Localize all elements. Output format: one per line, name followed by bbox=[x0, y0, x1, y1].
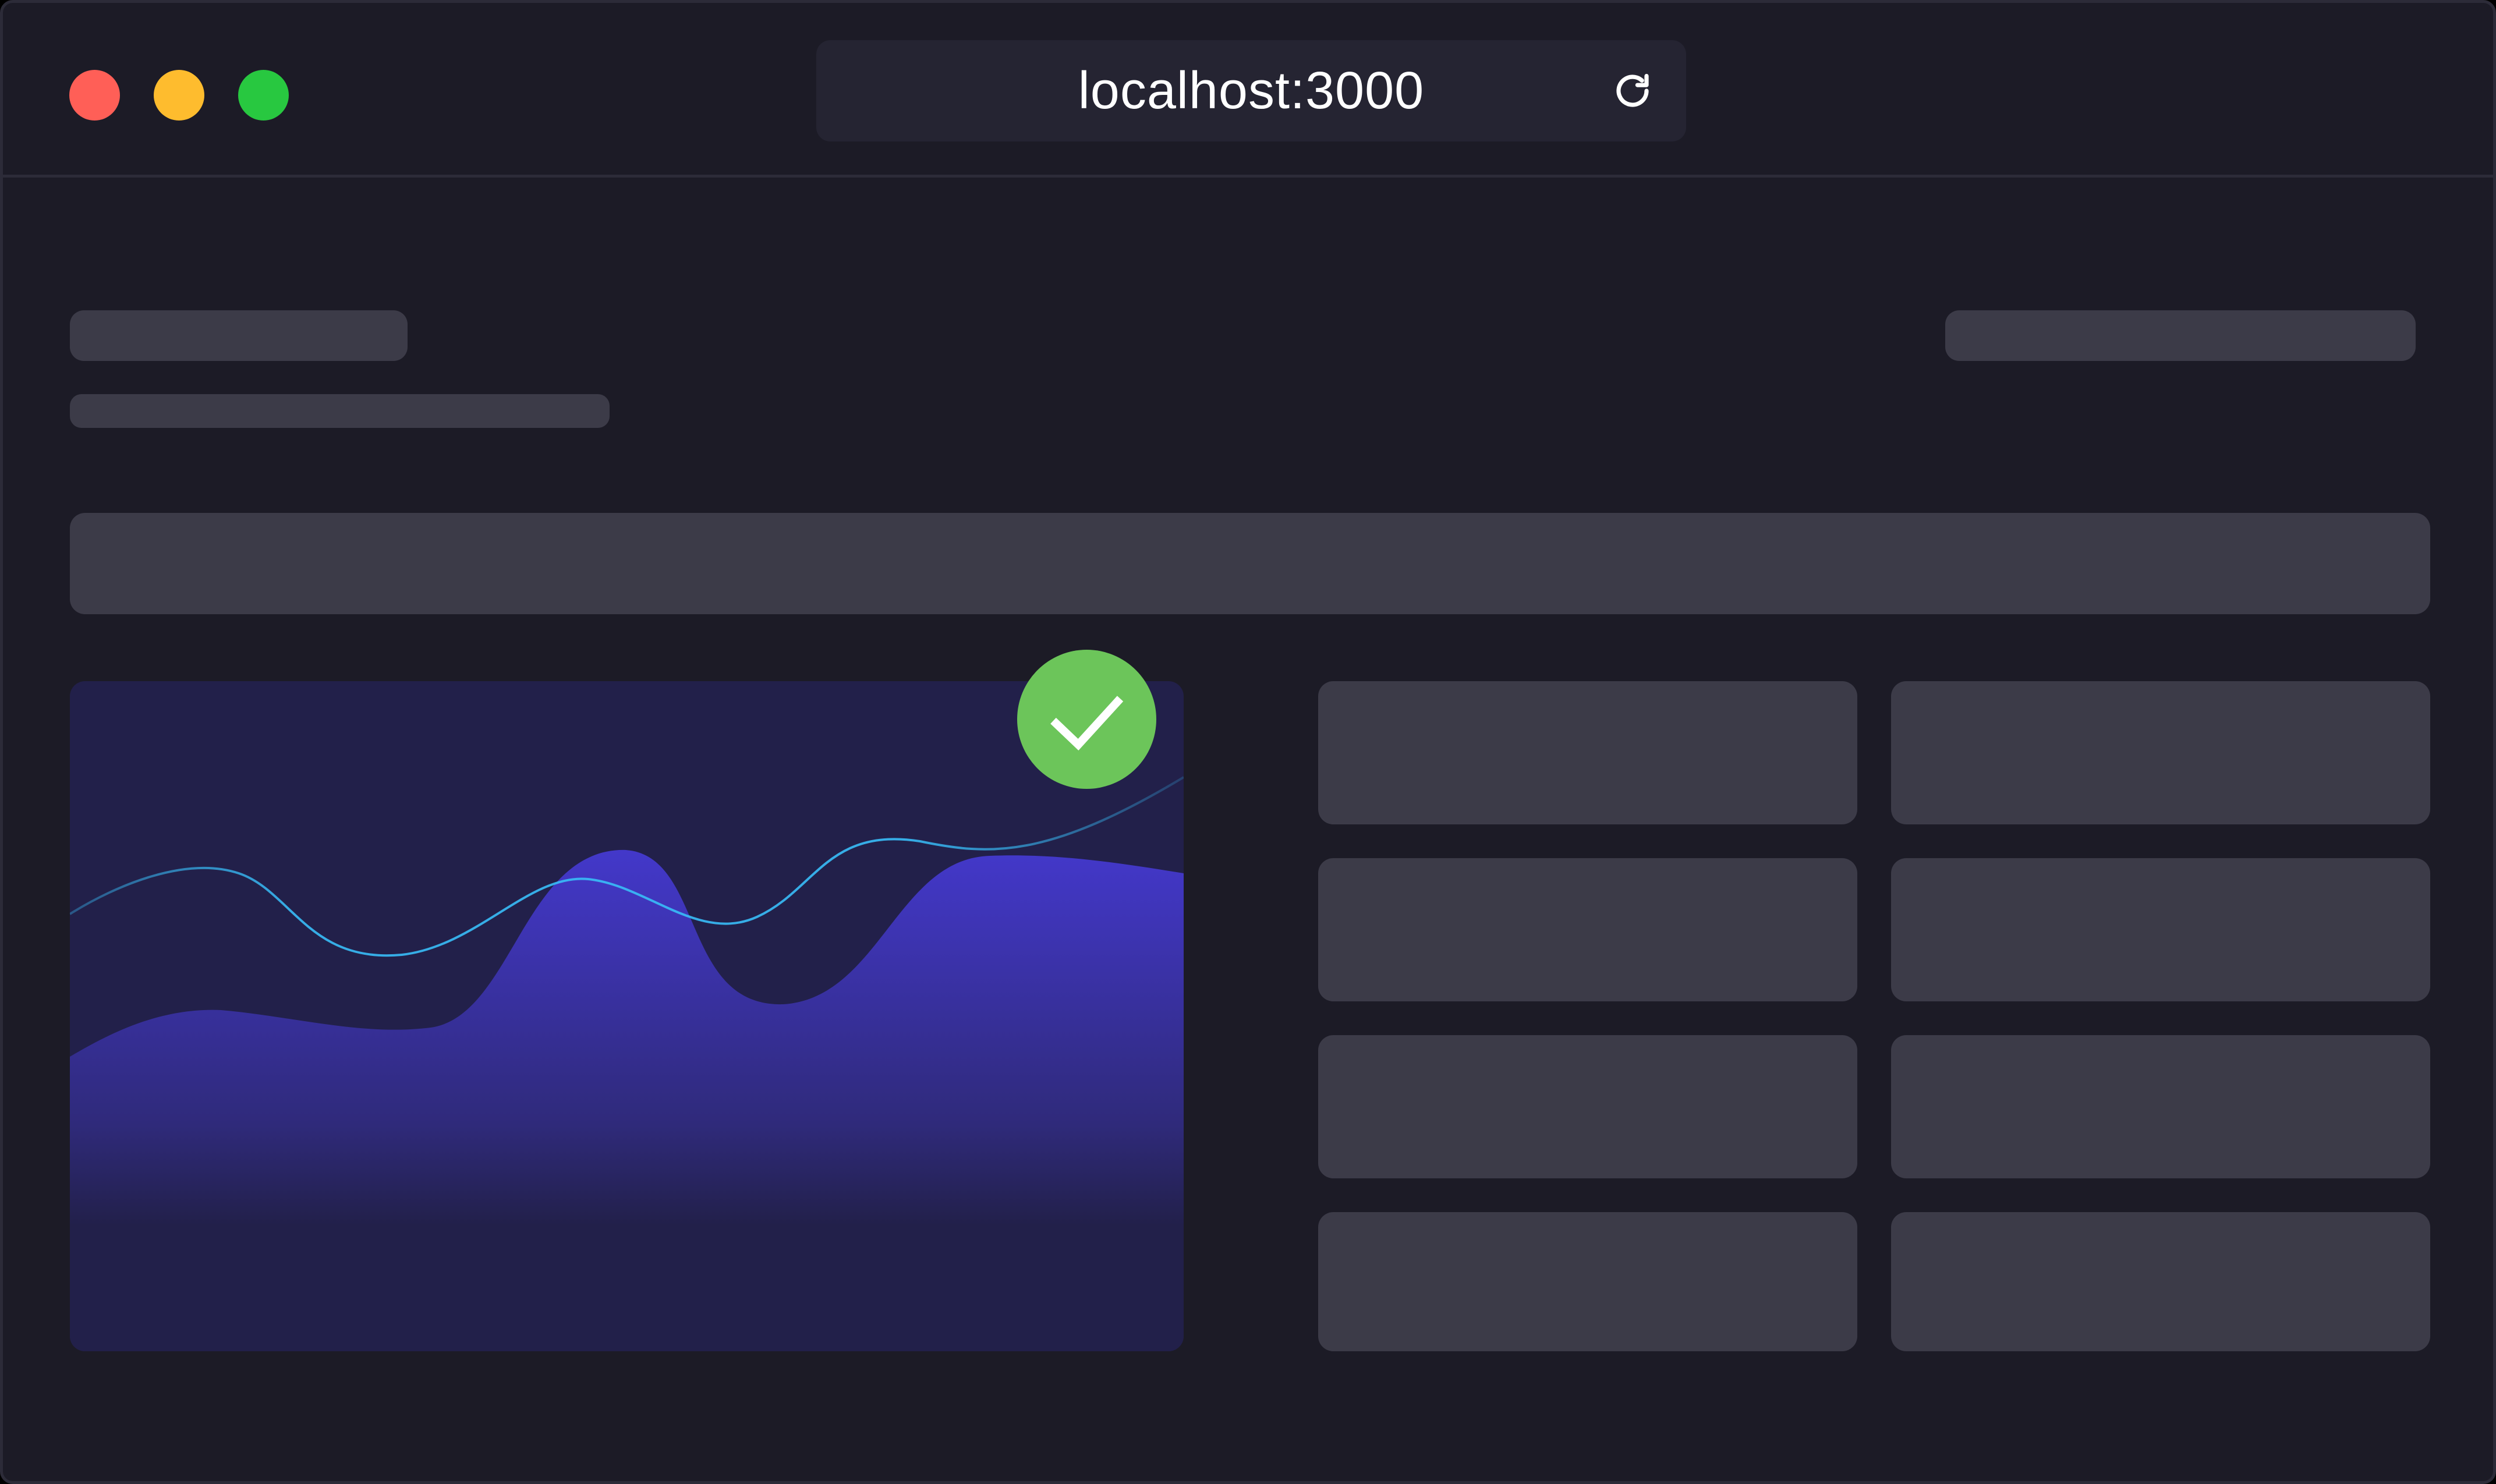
chart-area bbox=[70, 849, 1184, 1351]
grid-tile[interactable] bbox=[1891, 681, 2430, 824]
grid-tile[interactable] bbox=[1891, 858, 2430, 1001]
close-window-button[interactable] bbox=[69, 70, 120, 121]
address-bar[interactable]: localhost:3000 bbox=[816, 40, 1686, 141]
check-icon bbox=[1017, 650, 1156, 789]
page-title-placeholder bbox=[70, 310, 408, 361]
reload-icon[interactable] bbox=[1612, 70, 1654, 112]
page-subtitle-placeholder bbox=[70, 394, 610, 428]
header-action-placeholder[interactable] bbox=[1945, 310, 2416, 361]
browser-window: localhost:3000 bbox=[0, 0, 2496, 1484]
search-bar-placeholder[interactable] bbox=[70, 513, 2430, 614]
grid-tile[interactable] bbox=[1891, 1035, 2430, 1178]
url-text: localhost:3000 bbox=[1078, 61, 1425, 120]
grid-tile[interactable] bbox=[1318, 1212, 1857, 1351]
browser-titlebar: localhost:3000 bbox=[3, 3, 2493, 178]
grid-tile[interactable] bbox=[1891, 1212, 2430, 1351]
grid-tile[interactable] bbox=[1318, 858, 1857, 1001]
maximize-window-button[interactable] bbox=[238, 70, 289, 121]
grid-tile[interactable] bbox=[1318, 681, 1857, 824]
minimize-window-button[interactable] bbox=[154, 70, 204, 121]
grid-tile[interactable] bbox=[1318, 1035, 1857, 1178]
